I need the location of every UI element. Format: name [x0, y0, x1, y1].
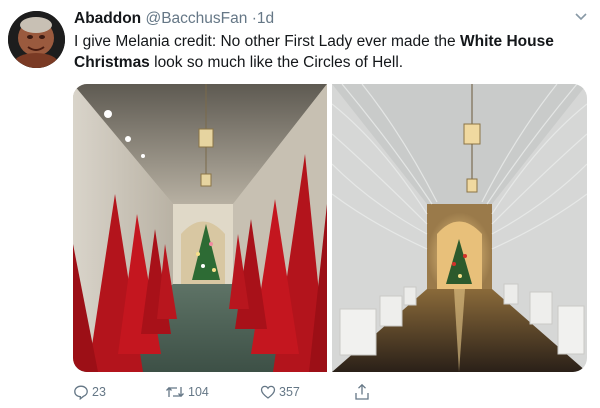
red-trees-corridor-photo[interactable]	[73, 84, 327, 372]
reply-count: 23	[92, 385, 106, 399]
tweet-text-part2: look so much like the Circles of Hell.	[149, 54, 404, 71]
retweet-icon	[166, 386, 184, 398]
tweet-text-part1: I give Melania credit: No other First La…	[74, 33, 460, 50]
share-button[interactable]	[354, 382, 370, 402]
avatar[interactable]	[8, 11, 65, 68]
avatar-image	[8, 11, 65, 68]
reply-icon	[74, 385, 88, 400]
retweet-button[interactable]: 104	[165, 382, 209, 402]
tweet-actions: 23 104 357	[73, 382, 393, 402]
heart-icon	[260, 385, 276, 399]
tweet-header: Abaddon @BacchusFan ·1d	[74, 9, 570, 29]
like-button[interactable]: 357	[260, 382, 300, 402]
display-name[interactable]: Abaddon	[74, 10, 141, 27]
tweet-media[interactable]	[73, 84, 587, 372]
retweet-count: 104	[188, 385, 209, 399]
share-icon	[355, 383, 369, 400]
chevron-down-icon[interactable]	[574, 12, 588, 22]
handle[interactable]: @BacchusFan	[145, 10, 247, 27]
reply-button[interactable]: 23	[73, 382, 106, 402]
like-count: 357	[279, 385, 300, 399]
timestamp[interactable]: 1d	[257, 10, 274, 27]
tweet-text: I give Melania credit: No other First La…	[74, 31, 586, 73]
white-branches-corridor-photo[interactable]	[332, 84, 587, 372]
